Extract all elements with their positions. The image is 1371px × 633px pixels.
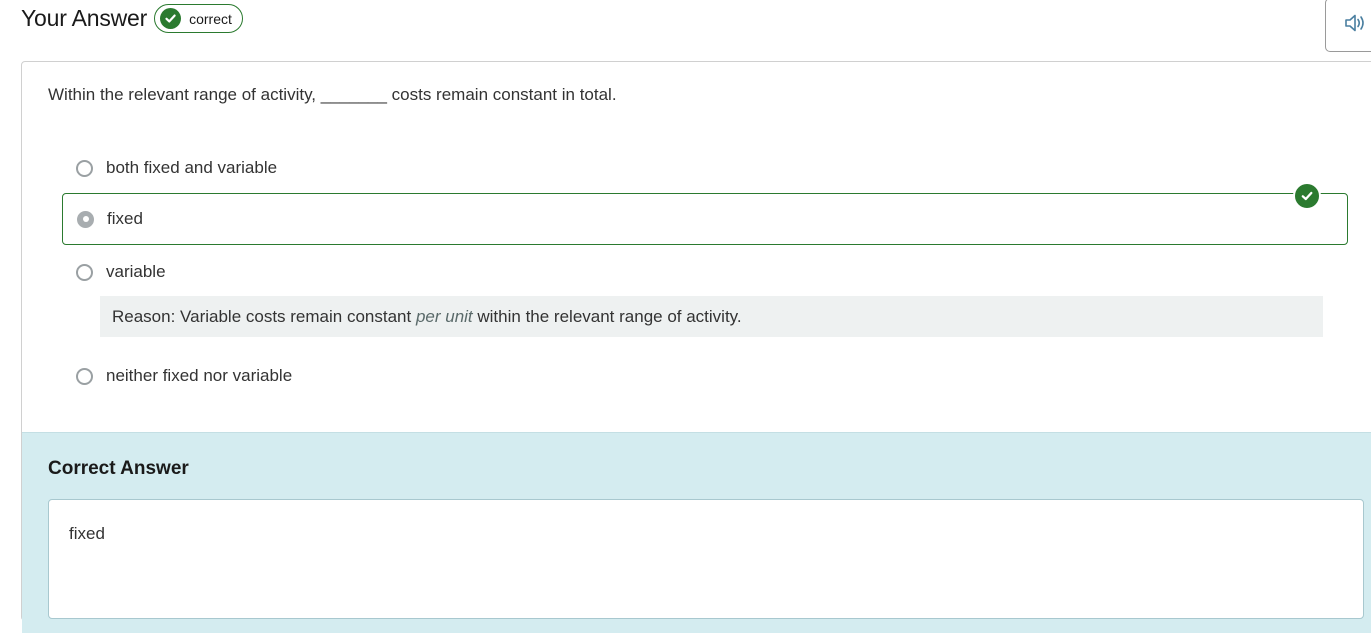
correct-answer-value: fixed	[69, 524, 105, 543]
correct-answer-section: Correct Answer fixed	[22, 432, 1371, 633]
your-answer-title: Your Answer	[21, 5, 148, 31]
option-neither-fixed-nor-variable[interactable]: neither fixed nor variable	[62, 350, 1348, 402]
option-label: both fixed and variable	[106, 158, 278, 177]
option-label: neither fixed nor variable	[106, 366, 293, 385]
reason-emphasis: per unit	[415, 306, 473, 326]
option-fixed[interactable]: fixed	[62, 182, 1348, 245]
option-variable[interactable]: variable	[62, 246, 1348, 298]
badge-label: correct	[189, 10, 232, 27]
reason-feedback: Reason: Variable costs remain constant p…	[100, 296, 1323, 337]
correct-badge: correct	[154, 4, 243, 33]
option-both-fixed-and-variable[interactable]: both fixed and variable	[62, 142, 1348, 194]
radio-dot	[82, 216, 89, 222]
radio-button-selected[interactable]	[77, 210, 94, 228]
radio-button[interactable]	[76, 263, 93, 281]
reason-suffix: within the relevant range of activity.	[472, 306, 742, 326]
question-card: Within the relevant range of activity, _…	[21, 61, 1371, 633]
correct-answer-title: Correct Answer	[48, 458, 189, 479]
answer-header: Your Answer correct	[21, 4, 243, 33]
radio-button[interactable]	[76, 367, 93, 385]
speaker-icon	[1344, 13, 1368, 38]
radio-button[interactable]	[76, 159, 93, 177]
question-text: Within the relevant range of activity, _…	[48, 85, 617, 104]
option-label: variable	[106, 262, 166, 281]
check-circle-icon	[160, 8, 182, 29]
check-circle-icon	[1293, 182, 1321, 210]
read-aloud-button[interactable]	[1325, 0, 1371, 52]
option-label: fixed	[107, 209, 143, 228]
correct-answer-box: fixed	[48, 499, 1364, 619]
reason-prefix: Reason: Variable costs remain constant	[112, 306, 416, 326]
